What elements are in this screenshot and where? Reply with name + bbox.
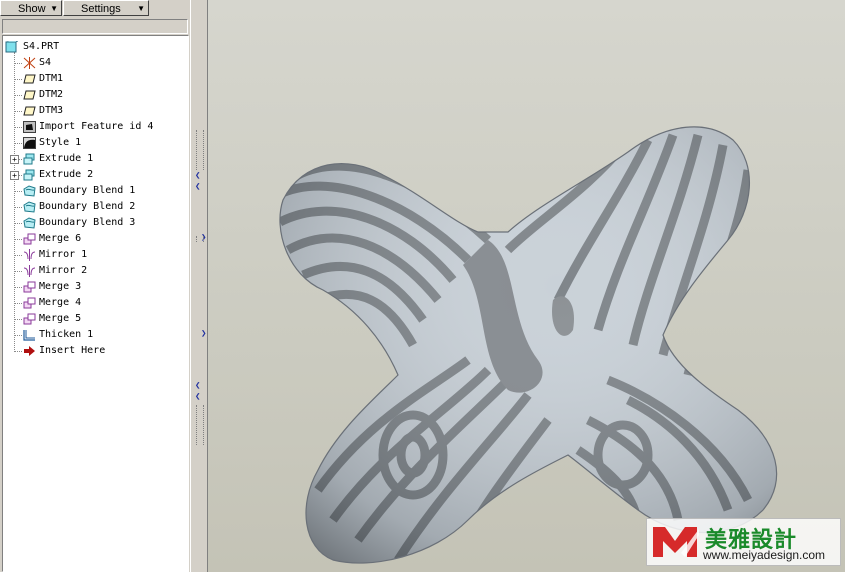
tree-item-label: Insert Here bbox=[39, 345, 106, 356]
merge-icon bbox=[23, 233, 36, 245]
zebra-analysis-model bbox=[279, 126, 778, 564]
tree-item-label: Style 1 bbox=[39, 137, 82, 148]
tree-item-label: DTM3 bbox=[39, 105, 64, 116]
tree-guide-line bbox=[15, 79, 22, 80]
tree-item-label: Import Feature id 4 bbox=[39, 121, 154, 132]
tree-item-label: Extrude 1 bbox=[39, 153, 94, 164]
datum-plane-icon bbox=[23, 89, 36, 101]
expand-arrow-icon[interactable]: ❯ bbox=[201, 330, 206, 339]
expand-toggle-icon[interactable]: + bbox=[10, 171, 19, 180]
settings-menu-button[interactable]: Settings ▼ bbox=[63, 0, 149, 16]
tree-item-label: DTM2 bbox=[39, 89, 64, 100]
tree-item-label: Extrude 2 bbox=[39, 169, 94, 180]
panel-splitter[interactable]: ❮ ❮ ❯ ❯ ❮ ❮ bbox=[190, 0, 208, 572]
tree-item-label: Boundary Blend 2 bbox=[39, 201, 136, 212]
extrude-icon bbox=[23, 169, 36, 181]
tree-guide-line bbox=[15, 63, 22, 64]
tree-item-label: Merge 3 bbox=[39, 281, 82, 292]
datum-plane-icon bbox=[23, 105, 36, 117]
tree-guide-line bbox=[14, 52, 15, 352]
thicken-icon bbox=[23, 329, 36, 341]
tree-guide-line bbox=[15, 111, 22, 112]
extrude-icon bbox=[23, 153, 36, 165]
insert-here-arrow-icon bbox=[23, 345, 36, 357]
collapse-arrow-icon[interactable]: ❮ bbox=[195, 393, 200, 402]
collapse-arrow-icon[interactable]: ❮ bbox=[195, 172, 200, 181]
tree-guide-line bbox=[15, 271, 22, 272]
boundary-blend-icon bbox=[23, 217, 36, 229]
tree-header-bar bbox=[2, 19, 188, 34]
tree-guide-line bbox=[15, 255, 22, 256]
expand-toggle-icon[interactable]: + bbox=[10, 155, 19, 164]
collapse-arrow-icon[interactable]: ❮ bbox=[195, 382, 200, 391]
tree-item-label: Mirror 2 bbox=[39, 265, 88, 276]
merge-icon bbox=[23, 297, 36, 309]
splitter-grip bbox=[196, 405, 204, 445]
tree-guide-line bbox=[15, 191, 22, 192]
mirror-icon bbox=[23, 249, 36, 261]
style-icon bbox=[23, 137, 36, 149]
tree-guide-line bbox=[15, 335, 22, 336]
tree-guide-line bbox=[15, 223, 22, 224]
chevron-down-icon: ▼ bbox=[50, 4, 58, 13]
mirror-icon bbox=[23, 265, 36, 277]
tree-item-label: DTM1 bbox=[39, 73, 64, 84]
tree-guide-line bbox=[15, 287, 22, 288]
watermark-logo: 美雅設計 www.meiyadesign.com bbox=[646, 518, 841, 566]
tree-guide-line bbox=[15, 143, 22, 144]
tree-root-label: S4.PRT bbox=[23, 41, 60, 52]
tree-item-label: Mirror 1 bbox=[39, 249, 88, 260]
collapse-arrow-icon[interactable]: ❮ bbox=[195, 183, 200, 192]
splitter-grip bbox=[196, 130, 204, 170]
tree-item-label: Merge 4 bbox=[39, 297, 82, 308]
boundary-blend-icon bbox=[23, 201, 36, 213]
tree-toolbar: Show ▼ Settings ▼ bbox=[0, 0, 190, 18]
tree-guide-line bbox=[15, 351, 22, 352]
settings-menu-label: Settings bbox=[81, 3, 121, 15]
watermark-url: www.meiyadesign.com bbox=[703, 548, 826, 562]
merge-icon bbox=[23, 313, 36, 325]
tree-guide-line bbox=[15, 95, 22, 96]
boundary-blend-icon bbox=[23, 185, 36, 197]
import-feature-icon bbox=[23, 121, 36, 133]
tree-guide-line bbox=[15, 127, 22, 128]
tree-item-label: Merge 5 bbox=[39, 313, 82, 324]
tree-item-label: Boundary Blend 1 bbox=[39, 185, 136, 196]
tree-item-label: Merge 6 bbox=[39, 233, 82, 244]
part-icon bbox=[5, 41, 18, 53]
datum-plane-icon bbox=[23, 73, 36, 85]
tree-item-label: S4 bbox=[39, 57, 52, 68]
tree-guide-line bbox=[15, 239, 22, 240]
model-tree[interactable]: S4.PRT S4 DTM1 DTM2 DTM3 Import Feature id 4… bbox=[2, 35, 189, 572]
brand-logo-icon bbox=[653, 527, 699, 557]
chevron-down-icon: ▼ bbox=[137, 4, 145, 13]
tree-guide-line bbox=[15, 303, 22, 304]
tree-guide-line bbox=[15, 319, 22, 320]
graphics-viewport[interactable] bbox=[208, 0, 845, 572]
tree-item-label: Boundary Blend 3 bbox=[39, 217, 136, 228]
merge-icon bbox=[23, 281, 36, 293]
tree-item-label: Thicken 1 bbox=[39, 329, 94, 340]
csys-icon bbox=[23, 57, 36, 69]
splitter-grip bbox=[196, 236, 204, 242]
show-menu-label: Show bbox=[18, 3, 46, 15]
tree-guide-line bbox=[15, 207, 22, 208]
show-menu-button[interactable]: Show ▼ bbox=[0, 0, 62, 16]
